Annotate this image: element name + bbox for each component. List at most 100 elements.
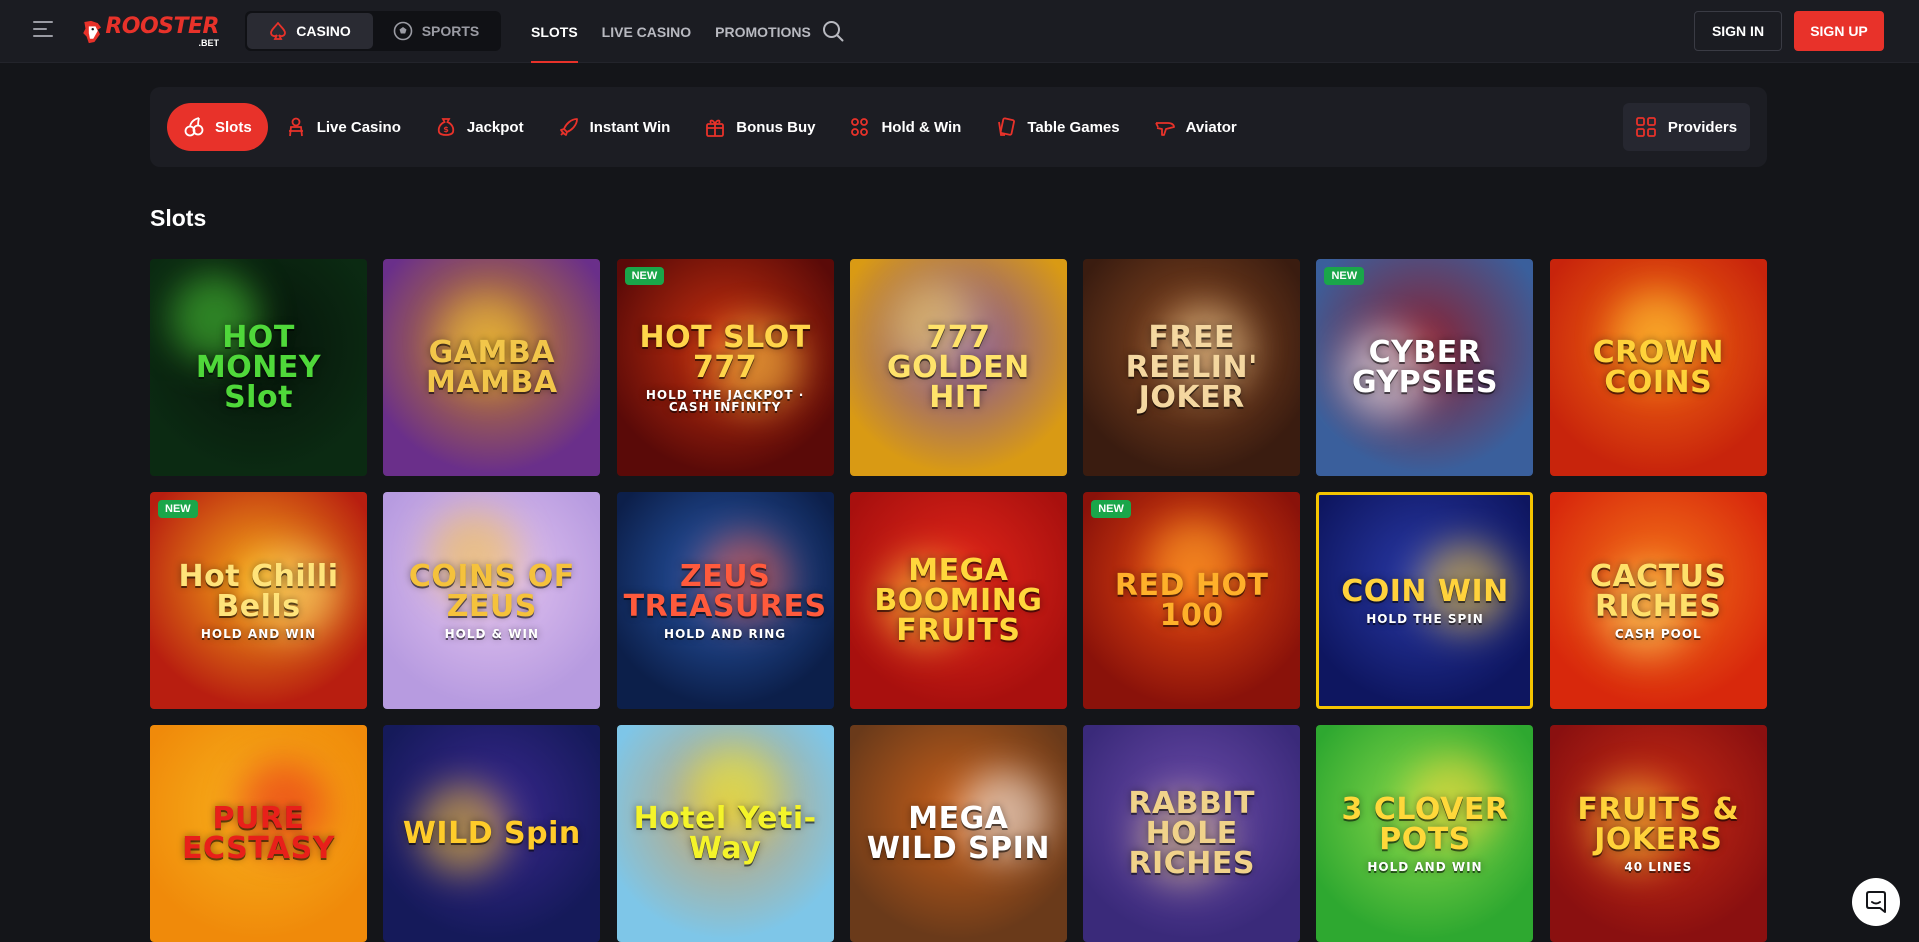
sports-tab-label: SPORTS bbox=[421, 23, 480, 39]
sign-up-button[interactable]: SIGN UP bbox=[1794, 11, 1884, 51]
category-jackpot[interactable]: $ Jackpot bbox=[418, 103, 541, 151]
game-tile[interactable]: ZEUS TREASURES HOLD AND RING bbox=[616, 492, 834, 709]
new-badge: NEW bbox=[158, 500, 198, 518]
game-tile[interactable]: RABBIT HOLE RICHES bbox=[1083, 725, 1301, 942]
game-tile[interactable]: NEW HOT SLOT 777 HOLD THE JACKPOT · CASH I… bbox=[616, 259, 834, 476]
game-title-text: CACTUS RICHES bbox=[1589, 558, 1727, 624]
game-title: CACTUS RICHES CASH POOL bbox=[1550, 558, 1767, 641]
sign-in-button[interactable]: SIGN IN bbox=[1694, 11, 1782, 51]
category-bonus-buy[interactable]: Bonus Buy bbox=[687, 103, 832, 151]
nav-promotions[interactable]: PROMOTIONS bbox=[715, 0, 811, 63]
game-title-text: MEGA BOOMING FRUITS bbox=[874, 552, 1043, 648]
plane-icon bbox=[1154, 122, 1175, 136]
rooster-head-icon bbox=[83, 20, 102, 43]
game-tile[interactable]: COIN WIN HOLD THE SPIN bbox=[1316, 492, 1534, 709]
game-title: GAMBA MAMBA bbox=[383, 334, 600, 400]
category-label: Jackpot bbox=[466, 118, 524, 136]
providers-label: Providers bbox=[1667, 118, 1738, 136]
game-tile[interactable]: FREE REELIN' JOKER bbox=[1083, 259, 1301, 476]
game-tile[interactable]: 777 GOLDEN HIT bbox=[849, 259, 1067, 476]
game-title: FREE REELIN' JOKER bbox=[1083, 319, 1300, 415]
rooster-logo[interactable]: ROOSTER .BET bbox=[81, 8, 219, 55]
game-tile[interactable]: 3 CLOVER POTS HOLD AND WIN bbox=[1316, 725, 1534, 942]
category-label: Aviator bbox=[1185, 118, 1237, 136]
game-tile[interactable]: GAMBA MAMBA bbox=[383, 259, 601, 476]
sports-tab[interactable]: SPORTS bbox=[373, 13, 499, 49]
game-title-text: Hot Chilli Bells bbox=[178, 558, 339, 624]
category-label: Instant Win bbox=[589, 118, 671, 136]
game-title: HOT SLOT 777 HOLD THE JACKPOT · CASH INFI… bbox=[617, 322, 834, 414]
providers-button[interactable]: Providers bbox=[1623, 103, 1750, 151]
gift-icon bbox=[706, 119, 725, 137]
game-title-text: Hotel Yeti-Way bbox=[633, 800, 817, 866]
chat-icon bbox=[1866, 891, 1886, 913]
game-tile[interactable]: FRUITS & JOKERS 40 LINES bbox=[1549, 725, 1767, 942]
game-tile[interactable]: HOT MONEY Slot bbox=[150, 259, 367, 476]
game-title: Hot Chilli Bells HOLD AND WIN bbox=[150, 558, 367, 640]
game-title: RED HOT 100 bbox=[1083, 570, 1300, 631]
logo-suffix: .BET bbox=[198, 37, 219, 48]
game-grid: HOT MONEY Slot GAMBA MAMBA NEW HOT SLOT 777… bbox=[150, 259, 1767, 942]
category-label: Hold & Win bbox=[881, 118, 962, 136]
category-instant-win[interactable]: Instant Win bbox=[541, 103, 688, 151]
game-subtitle: HOLD AND WIN bbox=[1367, 859, 1483, 874]
game-title: RABBIT HOLE RICHES bbox=[1083, 788, 1300, 879]
game-tile[interactable]: MEGA BOOMING FRUITS bbox=[849, 492, 1067, 709]
game-title: COIN WIN HOLD THE SPIN bbox=[1331, 573, 1519, 625]
category-label: Bonus Buy bbox=[736, 118, 816, 136]
logo-wordmark: ROOSTER bbox=[105, 13, 219, 39]
game-title: HOT MONEY Slot bbox=[150, 319, 367, 415]
casino-tab[interactable]: CASINO bbox=[247, 13, 373, 49]
product-switcher: CASINO SPORTS bbox=[245, 11, 501, 51]
dealer-icon bbox=[288, 117, 303, 137]
search-icon[interactable] bbox=[822, 20, 844, 42]
game-subtitle: HOLD & WIN bbox=[444, 626, 539, 641]
game-title-text: HOT MONEY Slot bbox=[195, 319, 322, 415]
game-title-text: PURE ECSTASY bbox=[182, 800, 335, 866]
game-title-text: 777 GOLDEN HIT bbox=[887, 319, 1030, 415]
game-title-text: FREE REELIN' JOKER bbox=[1125, 319, 1258, 415]
game-title-text: FRUITS & JOKERS bbox=[1577, 791, 1740, 857]
category-hold-and-win[interactable]: Hold & Win bbox=[832, 103, 978, 151]
live-chat-button[interactable] bbox=[1852, 878, 1900, 926]
category-table-games[interactable]: Table Games bbox=[978, 103, 1136, 151]
game-title-text: COINS OF ZEUS bbox=[408, 558, 575, 624]
menu-icon[interactable] bbox=[33, 21, 53, 37]
game-tile[interactable]: PURE ECSTASY bbox=[150, 725, 367, 942]
game-tile[interactable]: COINS OF ZEUS HOLD & WIN bbox=[383, 492, 601, 709]
nav-live-casino[interactable]: LIVE CASINO bbox=[602, 0, 691, 63]
game-title: MEGA WILD SPIN bbox=[850, 800, 1067, 866]
game-tile[interactable]: Hotel Yeti-Way bbox=[616, 725, 834, 942]
game-title-text: CYBER GYPSIES bbox=[1351, 334, 1498, 400]
game-title: MEGA BOOMING FRUITS bbox=[850, 552, 1067, 648]
game-tile[interactable]: CACTUS RICHES CASH POOL bbox=[1549, 492, 1767, 709]
game-tile[interactable]: NEW RED HOT 100 bbox=[1083, 492, 1301, 709]
game-tile[interactable]: CROWN COINS bbox=[1549, 259, 1767, 476]
game-subtitle: HOLD THE JACKPOT · CASH INFINITY bbox=[645, 387, 805, 414]
top-navigation-bar: ROOSTER .BET CASINO SPORTS SLOTS LIVE CA… bbox=[0, 0, 1919, 63]
spade-icon bbox=[270, 22, 287, 40]
game-subtitle: CASH POOL bbox=[1614, 626, 1702, 641]
new-badge: NEW bbox=[1091, 500, 1131, 518]
game-title-text: WILD Spin bbox=[402, 815, 581, 851]
game-title-text: GAMBA MAMBA bbox=[426, 334, 558, 400]
game-title: PURE ECSTASY bbox=[150, 800, 367, 866]
coins-icon bbox=[851, 118, 869, 136]
category-live-casino[interactable]: Live Casino bbox=[268, 103, 418, 151]
game-tile[interactable]: NEW Hot Chilli Bells HOLD AND WIN bbox=[150, 492, 367, 709]
game-tile[interactable]: MEGA WILD SPIN bbox=[849, 725, 1067, 942]
game-title-text: 3 CLOVER POTS bbox=[1341, 791, 1509, 857]
category-slots[interactable]: Slots bbox=[167, 103, 268, 151]
grid-icon bbox=[1635, 117, 1656, 137]
rocket-icon bbox=[559, 118, 578, 136]
svg-text:$: $ bbox=[443, 125, 449, 134]
category-label: Live Casino bbox=[316, 118, 401, 136]
game-title-text: COIN WIN bbox=[1341, 573, 1509, 609]
game-tile[interactable]: NEW CYBER GYPSIES bbox=[1316, 259, 1534, 476]
game-title-text: MEGA WILD SPIN bbox=[866, 800, 1050, 866]
game-tile[interactable]: WILD Spin bbox=[383, 725, 601, 942]
cards-icon bbox=[998, 117, 1016, 136]
category-aviator[interactable]: Aviator bbox=[1137, 103, 1254, 151]
nav-slots[interactable]: SLOTS bbox=[531, 0, 578, 63]
section-title: Slots bbox=[150, 205, 207, 231]
